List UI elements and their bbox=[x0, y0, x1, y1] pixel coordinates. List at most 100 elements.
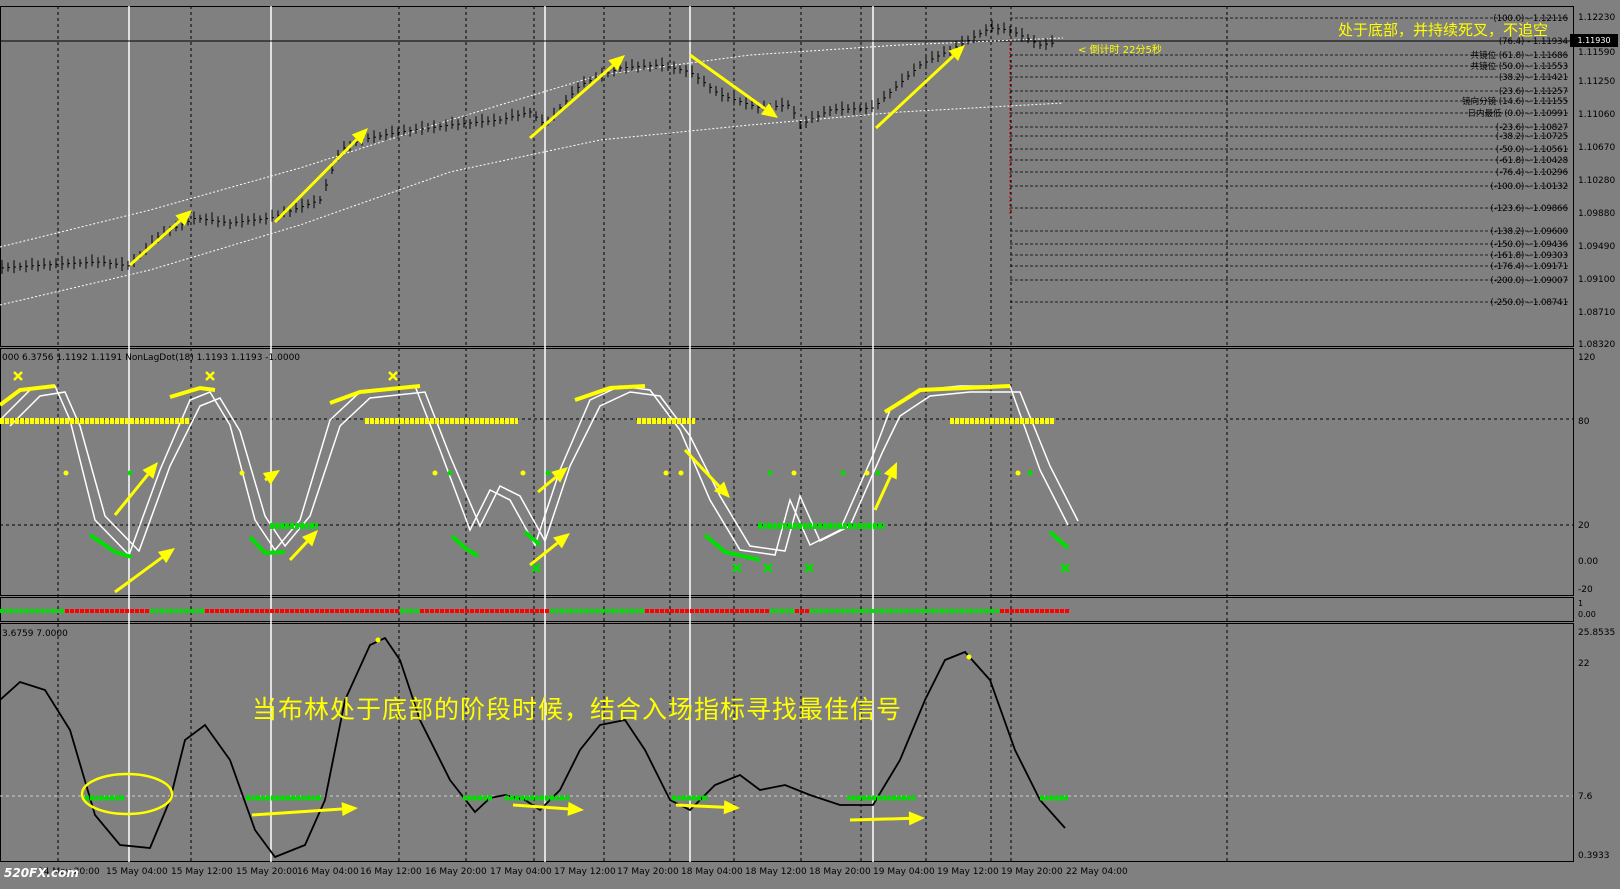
price-tick: 1.11250 bbox=[1578, 77, 1615, 87]
trading-chart: (100.0) - 1.12116(76.4) - 1.11934共镜位 (61… bbox=[0, 6, 1615, 877]
signal-cell bbox=[580, 609, 584, 613]
signal-cell bbox=[210, 609, 214, 613]
signal-cell bbox=[970, 609, 974, 613]
current-price-tag: 1.11930 bbox=[1570, 34, 1618, 47]
arrow-shaft bbox=[114, 556, 163, 594]
signal-cell bbox=[655, 609, 659, 613]
signal-cell bbox=[450, 609, 454, 613]
signal-cell bbox=[185, 609, 189, 613]
signal-cell bbox=[665, 609, 669, 613]
signal-cell bbox=[75, 609, 79, 613]
signal-cell bbox=[110, 609, 114, 613]
fib-label: (-138.2) - 1.09600 bbox=[1490, 227, 1568, 237]
time-tick: 16 May 04:00 bbox=[297, 867, 359, 877]
momentum-peak-dot bbox=[966, 654, 972, 660]
momentum-tick: 22 bbox=[1578, 659, 1589, 669]
signal-cell bbox=[850, 609, 854, 613]
signal-dot bbox=[875, 470, 881, 476]
signal-cell bbox=[285, 609, 289, 613]
signal-cell bbox=[610, 609, 614, 613]
signal-cell bbox=[805, 609, 809, 613]
signal-cell bbox=[880, 609, 884, 613]
signal-cell bbox=[445, 609, 449, 613]
signal-cell bbox=[585, 609, 589, 613]
signal-cell bbox=[780, 609, 784, 613]
time-tick: 17 May 12:00 bbox=[554, 867, 616, 877]
time-tick: 15 May 04:00 bbox=[106, 867, 168, 877]
fib-label: 共镜位 (50.0) - 1.11553 bbox=[1471, 61, 1568, 72]
signal-cell bbox=[560, 609, 564, 613]
signal-cell bbox=[515, 609, 519, 613]
signal-cell bbox=[335, 609, 339, 613]
main-annotation: 当布林处于底部的阶段时候，结合入场指标寻找最佳信号 bbox=[252, 695, 903, 724]
signal-cell bbox=[55, 609, 59, 613]
signal-cell bbox=[640, 609, 644, 613]
signal-cell bbox=[480, 609, 484, 613]
signal-cell bbox=[1060, 609, 1064, 613]
watermark-logo: 520FX.com bbox=[4, 866, 79, 880]
momentum-peak-dot bbox=[375, 637, 381, 643]
signal-cell bbox=[115, 609, 119, 613]
signal-dot bbox=[663, 470, 669, 476]
signal-cell bbox=[935, 609, 939, 613]
signal-cell bbox=[835, 609, 839, 613]
signal-cell bbox=[95, 609, 99, 613]
momentum-panel-border bbox=[0, 623, 1574, 862]
signal-cell bbox=[70, 609, 74, 613]
signal-cell bbox=[495, 609, 499, 613]
signal-cell bbox=[1045, 609, 1049, 613]
signal-cell bbox=[870, 609, 874, 613]
highlight-ellipse bbox=[80, 772, 174, 816]
signal-cell bbox=[840, 609, 844, 613]
signal-cell bbox=[485, 609, 489, 613]
price-tick: 1.12230 bbox=[1578, 13, 1615, 23]
signal-cell bbox=[500, 609, 504, 613]
arrow-shaft bbox=[288, 540, 309, 562]
price-panel-border bbox=[0, 6, 1574, 347]
time-tick: 15 May 12:00 bbox=[171, 867, 233, 877]
fib-label: (-76.4) - 1.10296 bbox=[1496, 168, 1568, 178]
signal-cell bbox=[280, 609, 284, 613]
signal-cell bbox=[755, 609, 759, 613]
signal-cell bbox=[275, 609, 279, 613]
time-tick: 15 May 20:00 bbox=[236, 867, 298, 877]
price-tick: 1.11590 bbox=[1578, 48, 1615, 58]
fib-label: (-123.6) - 1.09866 bbox=[1490, 204, 1568, 214]
strip-tick: 0.00 bbox=[1578, 610, 1596, 619]
signal-cell bbox=[90, 609, 94, 613]
oscillator-tick: 120 bbox=[1578, 353, 1595, 363]
signal-cell bbox=[905, 609, 909, 613]
signal-cell bbox=[995, 609, 999, 613]
cross-sell-mark bbox=[13, 371, 23, 381]
signal-cell bbox=[360, 609, 364, 613]
signal-cell bbox=[920, 609, 924, 613]
signal-cell bbox=[420, 609, 424, 613]
signal-cell bbox=[700, 609, 704, 613]
signal-cell bbox=[265, 609, 269, 613]
signal-cell bbox=[1030, 609, 1034, 613]
price-tick: 1.10280 bbox=[1578, 176, 1615, 186]
signal-cell bbox=[540, 609, 544, 613]
arrow-shaft bbox=[874, 54, 955, 130]
arrow-head bbox=[262, 470, 280, 485]
signal-cell bbox=[645, 609, 649, 613]
signal-cell bbox=[925, 609, 929, 613]
signal-cell bbox=[155, 609, 159, 613]
panel-borders bbox=[0, 6, 1574, 862]
signal-cell bbox=[760, 609, 764, 613]
signal-cell bbox=[815, 609, 819, 613]
lower-band bbox=[0, 102, 1064, 306]
signal-cell bbox=[225, 609, 229, 613]
fib-label: (-150.0) - 1.09436 bbox=[1490, 240, 1568, 250]
signal-cell bbox=[255, 609, 259, 613]
signal-cell bbox=[100, 609, 104, 613]
fib-label: (-161.8) - 1.09303 bbox=[1490, 251, 1568, 261]
signal-cell bbox=[340, 609, 344, 613]
signal-cell bbox=[205, 609, 209, 613]
signal-cell bbox=[410, 609, 414, 613]
price-tick: 1.08710 bbox=[1578, 308, 1615, 318]
signal-dot bbox=[520, 470, 526, 476]
signal-cell bbox=[695, 609, 699, 613]
signal-cell bbox=[120, 609, 124, 613]
top-annotation: 处于底部，并持续死叉，不追空 bbox=[1338, 21, 1549, 39]
